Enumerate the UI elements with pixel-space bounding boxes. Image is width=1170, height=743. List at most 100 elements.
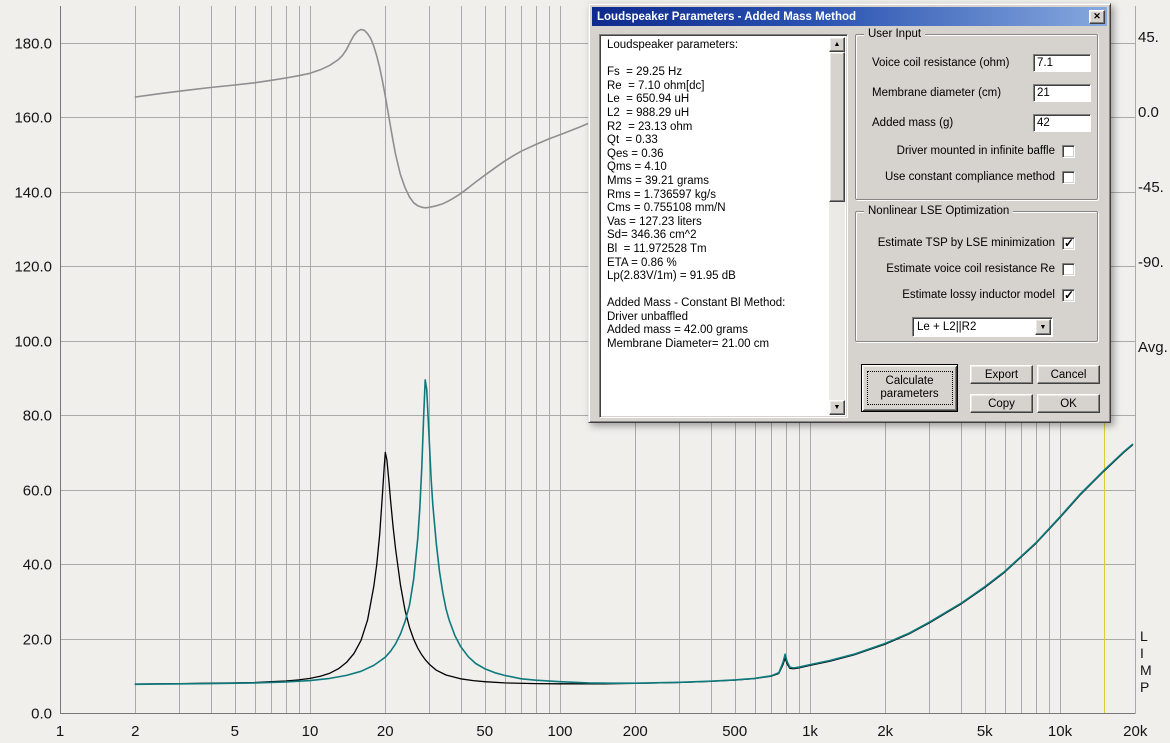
estimate-tsp-label: Estimate TSP by LSE minimization <box>877 237 1055 249</box>
parameter-line <box>607 53 827 67</box>
parameter-line: Fs = 29.25 Hz <box>607 66 683 79</box>
added-mass-input[interactable] <box>1033 114 1091 132</box>
phase-axis-label: 0.0 <box>1138 104 1159 121</box>
dropdown-arrow-glyph: ▼ <box>1039 323 1047 331</box>
ok-button[interactable]: OK <box>1037 394 1100 413</box>
y-axis-label: 0.0 <box>31 706 52 723</box>
y-axis-label: 100.0 <box>14 334 52 351</box>
dropdown-arrow-icon[interactable]: ▼ <box>1035 319 1051 335</box>
constant-compliance-row: Use constant compliance method <box>856 170 1075 184</box>
scroll-down-icon: ▼ <box>833 404 841 411</box>
scroll-up-button[interactable]: ▲ <box>829 37 845 52</box>
cancel-button[interactable]: Cancel <box>1037 365 1100 384</box>
estimate-re-checkbox[interactable] <box>1062 262 1075 276</box>
x-axis-label: 50 <box>476 723 493 740</box>
x-axis-label: 5 <box>231 723 239 740</box>
membrane-diameter-input[interactable] <box>1033 84 1091 102</box>
parameters-listbox[interactable]: Loudspeaker parameters: Fs = 29.25 Hz Re … <box>599 34 848 418</box>
close-icon: ✕ <box>1093 11 1101 21</box>
x-axis-label: 1 <box>56 723 64 740</box>
membrane-diameter-row: Membrane diameter (cm) <box>872 84 1091 102</box>
phase-axis-label: -90. <box>1138 254 1164 271</box>
parameter-line: Sd= 346.36 cm^2 <box>607 229 697 242</box>
close-button[interactable]: ✕ <box>1089 9 1105 24</box>
scrollbar-thumb[interactable] <box>829 52 845 202</box>
avg-label: Avg. <box>1138 339 1168 356</box>
parameter-line: Qms = 4.10 <box>607 161 667 174</box>
constant-compliance-label: Use constant compliance method <box>884 171 1055 183</box>
parameter-line: Added mass = 42.00 grams <box>607 324 748 337</box>
user-input-legend: User Input <box>864 28 926 40</box>
estimate-re-label: Estimate voice coil resistance Re <box>886 263 1055 275</box>
parameter-line <box>607 284 827 298</box>
estimate-tsp-row: Estimate TSP by LSE minimization <box>856 236 1075 250</box>
parameter-line: L2 = 988.29 uH <box>607 106 690 119</box>
constant-compliance-checkbox[interactable] <box>1062 170 1075 184</box>
parameter-line: Re = 7.10 ohm[dc] <box>607 79 705 92</box>
voice-coil-resistance-label: Voice coil resistance (ohm) <box>872 57 1010 69</box>
lossy-inductor-checkbox[interactable] <box>1062 288 1075 302</box>
x-axis-label: 2 <box>131 723 139 740</box>
dialog-titlebar[interactable]: Loudspeaker Parameters - Added Mass Meth… <box>592 7 1107 26</box>
y-axis-label: 180.0 <box>14 36 52 53</box>
phase-axis-label: -45. <box>1138 179 1164 196</box>
y-axis-label: 40.0 <box>23 557 52 574</box>
infinite-baffle-label: Driver mounted in infinite baffle <box>896 145 1055 157</box>
x-axis-label: 2k <box>877 723 893 740</box>
x-axis-label: 10k <box>1048 723 1073 740</box>
parameter-line: Loudspeaker parameters: <box>607 39 739 51</box>
parameter-line: Le = 650.94 uH <box>607 93 690 106</box>
parameter-line: Driver unbaffled <box>607 310 688 323</box>
parameter-line: Cms = 0.755108 mm/N <box>607 202 726 215</box>
x-axis-label: 5k <box>977 723 993 740</box>
scrollbar-track[interactable] <box>829 202 845 400</box>
estimate-tsp-checkbox[interactable] <box>1062 236 1075 250</box>
x-axis-label: 10 <box>302 723 319 740</box>
y-axis-label: 120.0 <box>14 259 52 276</box>
dialog-title: Loudspeaker Parameters - Added Mass Meth… <box>597 10 857 23</box>
inductor-model-value: Le + L2||R2 <box>917 321 977 333</box>
phase-axis-label: 45. <box>1138 29 1159 46</box>
y-axis-label: 80.0 <box>23 408 52 425</box>
x-axis-label: 1k <box>802 723 818 740</box>
y-axis-label: 20.0 <box>23 632 52 649</box>
calculate-parameters-button[interactable]: Calculate parameters <box>861 364 958 412</box>
y-axis-label: 140.0 <box>14 185 52 202</box>
scroll-down-button[interactable]: ▼ <box>829 400 845 415</box>
x-axis-label: 200 <box>623 723 648 740</box>
loudspeaker-parameters-dialog: Loudspeaker Parameters - Added Mass Meth… <box>588 3 1111 423</box>
estimate-re-row: Estimate voice coil resistance Re <box>856 262 1075 276</box>
x-axis-label: 20 <box>377 723 394 740</box>
membrane-diameter-label: Membrane diameter (cm) <box>872 87 1002 99</box>
x-axis-label: 500 <box>722 723 747 740</box>
parameter-line: R2 = 23.13 ohm <box>607 120 693 133</box>
limp-vertical-label: I <box>1140 645 1144 661</box>
parameter-line: Mms = 39.21 grams <box>607 174 709 187</box>
x-axis-label: 20k <box>1123 723 1148 740</box>
voice-coil-resistance-row: Voice coil resistance (ohm) <box>872 54 1091 72</box>
added-mass-row: Added mass (g) <box>872 114 1091 132</box>
parameter-line: Bl = 11.972528 Tm <box>607 242 707 255</box>
infinite-baffle-row: Driver mounted in infinite baffle <box>856 144 1075 158</box>
parameter-line: Lp(2.83V/1m) = 91.95 dB <box>607 270 736 283</box>
voice-coil-resistance-input[interactable] <box>1033 54 1091 72</box>
parameter-line: Qes = 0.36 <box>607 147 664 160</box>
lossy-inductor-row: Estimate lossy inductor model <box>856 288 1075 302</box>
limp-vertical-label: M <box>1140 662 1152 678</box>
calculate-parameters-label: Calculate parameters <box>866 371 953 405</box>
inductor-model-dropdown[interactable]: Le + L2||R2 ▼ <box>912 317 1053 337</box>
nonlinear-lse-group: Nonlinear LSE Optimization Estimate TSP … <box>855 205 1098 342</box>
parameters-text: Loudspeaker parameters: Fs = 29.25 Hz Re … <box>600 35 829 417</box>
added-mass-label: Added mass (g) <box>872 117 954 129</box>
y-axis-label: 160.0 <box>14 110 52 127</box>
parameter-line: Vas = 127.23 liters <box>607 215 702 228</box>
scroll-up-icon: ▲ <box>833 41 841 48</box>
infinite-baffle-checkbox[interactable] <box>1062 144 1075 158</box>
export-button[interactable]: Export <box>970 365 1033 384</box>
parameters-scrollbar[interactable]: ▲ ▼ <box>829 37 845 415</box>
parameter-line: ETA = 0.86 % <box>607 256 677 269</box>
parameter-line: Membrane Diameter= 21.00 cm <box>607 338 770 351</box>
copy-button[interactable]: Copy <box>970 394 1033 413</box>
user-input-group: User Input Voice coil resistance (ohm) M… <box>855 28 1098 200</box>
limp-vertical-label: P <box>1140 679 1149 695</box>
